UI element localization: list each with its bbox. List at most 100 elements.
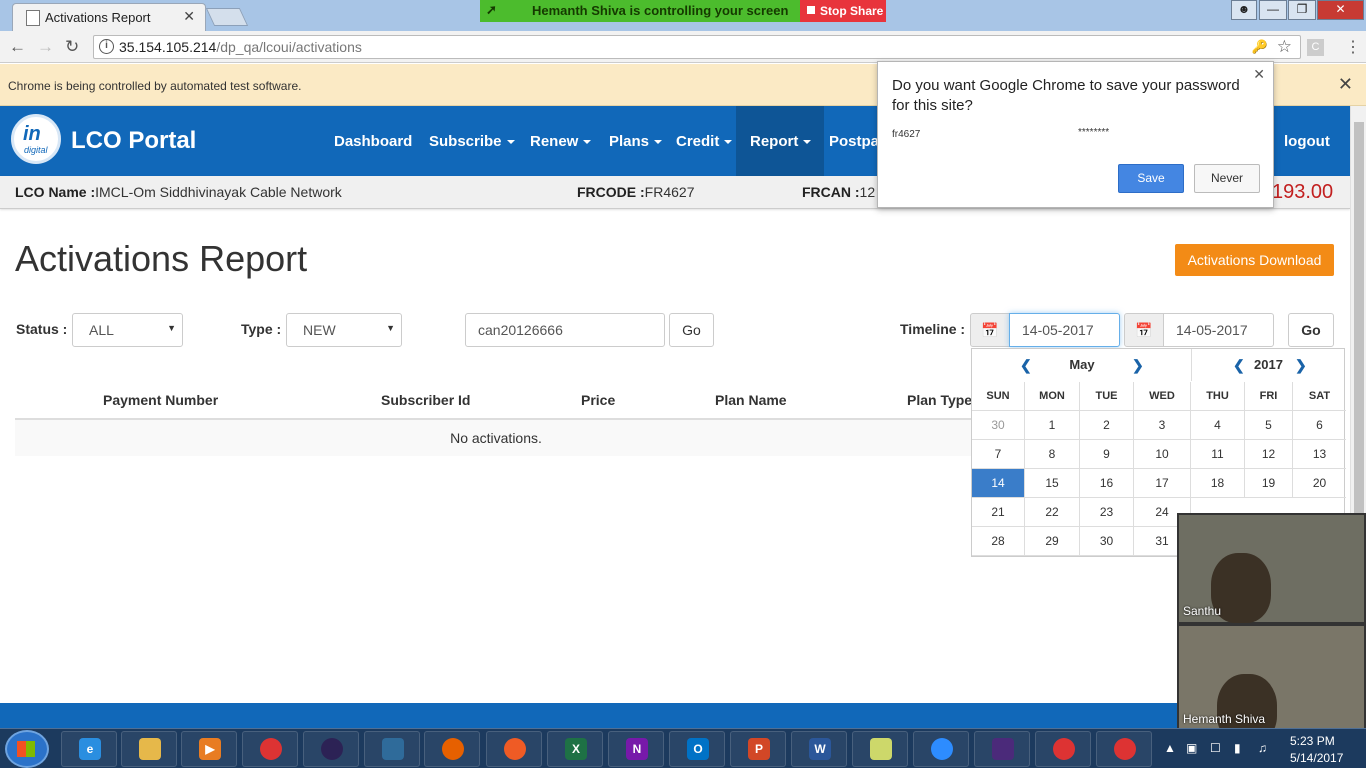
calendar-day[interactable]: 10 <box>1134 440 1191 469</box>
calendar-day[interactable]: 29 <box>1025 527 1080 556</box>
calendar-day[interactable]: 20 <box>1293 469 1346 498</box>
calendar-day[interactable]: 2 <box>1080 411 1134 440</box>
calendar-day[interactable]: 14 <box>972 469 1025 498</box>
type-select[interactable]: NEW ▼ <box>286 313 402 347</box>
date-from-input[interactable]: 14-05-2017 <box>1009 313 1120 347</box>
key-icon[interactable]: 🔑 <box>1252 39 1268 55</box>
calendar-day[interactable]: 13 <box>1293 440 1346 469</box>
window-close-button[interactable]: ✕ <box>1317 0 1364 20</box>
taskbar-mysql[interactable] <box>364 731 420 767</box>
volume-icon[interactable]: ♫ <box>1258 741 1267 755</box>
date-to-input[interactable]: 14-05-2017 <box>1163 313 1274 347</box>
prev-month-icon[interactable]: ❮ <box>1020 349 1032 381</box>
calendar-day[interactable]: 3 <box>1134 411 1191 440</box>
taskbar-eclipse[interactable] <box>303 731 359 767</box>
timeline-go-button[interactable]: Go <box>1288 313 1334 347</box>
calendar-day[interactable]: 1 <box>1025 411 1080 440</box>
taskbar-internet-explorer[interactable]: e <box>61 731 117 767</box>
taskbar-media-player[interactable]: ▶ <box>181 731 237 767</box>
show-hidden-icons-icon[interactable]: ▲ <box>1164 741 1176 755</box>
battery-icon[interactable]: ▮ <box>1234 741 1241 755</box>
calendar-day[interactable]: 8 <box>1025 440 1080 469</box>
portal-logo[interactable]: in digital <box>11 114 61 164</box>
calendar-day[interactable]: 11 <box>1191 440 1245 469</box>
year-label[interactable]: 2017 <box>1242 349 1295 381</box>
calendar-day[interactable]: 4 <box>1191 411 1245 440</box>
browser-tab[interactable]: Activations Report ✕ <box>12 3 206 31</box>
video-tile-santhu[interactable]: Santhu <box>1177 513 1366 624</box>
calendar-day[interactable]: 9 <box>1080 440 1134 469</box>
video-tile-hemanth[interactable]: Hemanth Shiva <box>1177 624 1366 744</box>
reload-icon[interactable]: ↻ <box>65 37 79 57</box>
close-tab-icon[interactable]: ✕ <box>183 8 195 25</box>
next-month-icon[interactable]: ❯ <box>1132 349 1144 381</box>
search-input[interactable]: can20126666 <box>465 313 665 347</box>
calendar-day[interactable]: 22 <box>1025 498 1080 527</box>
taskbar-chrome-2[interactable] <box>1035 731 1091 767</box>
calendar-day[interactable]: 16 <box>1080 469 1134 498</box>
nav-report[interactable]: Report <box>736 106 824 176</box>
taskbar-zoom[interactable] <box>913 731 969 767</box>
taskbar-firefox[interactable] <box>424 731 480 767</box>
taskbar-chrome[interactable] <box>242 731 298 767</box>
taskbar-sticky-notes[interactable] <box>852 731 908 767</box>
maximize-button[interactable]: ❐ <box>1288 0 1316 20</box>
next-year-icon[interactable]: ❯ <box>1295 349 1307 381</box>
activations-download-button[interactable]: Activations Download <box>1175 244 1334 276</box>
nav-logout[interactable]: logout <box>1284 106 1330 176</box>
status-select[interactable]: ALL ▼ <box>72 313 183 347</box>
extension-icon[interactable]: C <box>1307 39 1324 56</box>
taskbar-file-explorer[interactable] <box>121 731 177 767</box>
taskbar-word[interactable]: W <box>791 731 847 767</box>
taskbar-java-ee-ide[interactable] <box>974 731 1030 767</box>
network-icon[interactable]: ☐ <box>1210 741 1221 755</box>
new-tab-button[interactable] <box>205 8 249 26</box>
month-label[interactable]: May <box>1042 349 1122 381</box>
signal-icon[interactable]: ▣ <box>1186 741 1197 755</box>
nav-credit[interactable]: Credit <box>676 106 733 176</box>
calendar-day[interactable]: 17 <box>1134 469 1191 498</box>
infobar-close-icon[interactable]: ✕ <box>1338 74 1353 95</box>
nav-subscribe[interactable]: Subscribe <box>429 106 515 176</box>
forward-arrow-icon[interactable]: → <box>37 37 54 57</box>
browser-menu-icon[interactable]: ⋮ <box>1345 37 1361 57</box>
taskbar-postman[interactable] <box>486 731 542 767</box>
calendar-day[interactable]: 6 <box>1293 411 1346 440</box>
calendar-day[interactable]: 28 <box>972 527 1025 556</box>
search-go-button[interactable]: Go <box>669 313 714 347</box>
user-profile-button[interactable]: ☻ <box>1231 0 1257 20</box>
taskbar-onenote[interactable]: N <box>608 731 664 767</box>
calendar-day[interactable]: 21 <box>972 498 1025 527</box>
taskbar-powerpoint[interactable]: P <box>730 731 786 767</box>
taskbar-excel[interactable]: X <box>547 731 603 767</box>
back-arrow-icon[interactable]: ← <box>9 37 26 57</box>
nav-renew[interactable]: Renew <box>530 106 592 176</box>
start-button[interactable] <box>5 730 49 768</box>
address-bar[interactable]: i 35.154.105.214/dp_qa/lcoui/activations… <box>93 35 1301 59</box>
calendar-day[interactable]: 12 <box>1245 440 1293 469</box>
calendar-day[interactable]: 7 <box>972 440 1025 469</box>
calendar-day[interactable]: 30 <box>1080 527 1134 556</box>
nav-dashboard[interactable]: Dashboard <box>334 106 412 176</box>
taskbar-outlook[interactable]: O <box>669 731 725 767</box>
stop-share-button[interactable]: Stop Share <box>800 0 886 22</box>
save-password-button[interactable]: Save <box>1118 164 1184 193</box>
clock-date[interactable]: 5/14/2017 <box>1290 751 1343 765</box>
minimize-button[interactable]: — <box>1259 0 1287 20</box>
calendar-icon[interactable]: 📅 <box>1124 313 1164 347</box>
calendar-day[interactable]: 15 <box>1025 469 1080 498</box>
calendar-day[interactable]: 19 <box>1245 469 1293 498</box>
calendar-day[interactable]: 5 <box>1245 411 1293 440</box>
clock-time[interactable]: 5:23 PM <box>1290 734 1335 748</box>
nav-postpaid[interactable]: Postpa <box>829 106 879 176</box>
nav-plans[interactable]: Plans <box>609 106 663 176</box>
calendar-day[interactable]: 30 <box>972 411 1025 440</box>
calendar-day[interactable]: 18 <box>1191 469 1245 498</box>
calendar-icon[interactable]: 📅 <box>970 313 1010 347</box>
bookmark-star-icon[interactable]: ☆ <box>1277 37 1292 57</box>
site-info-icon[interactable]: i <box>99 39 114 54</box>
dialog-close-icon[interactable]: ✕ <box>1253 66 1265 83</box>
calendar-day[interactable]: 23 <box>1080 498 1134 527</box>
portal-brand[interactable]: LCO Portal <box>71 127 196 155</box>
taskbar-chrome-3[interactable] <box>1096 731 1152 767</box>
